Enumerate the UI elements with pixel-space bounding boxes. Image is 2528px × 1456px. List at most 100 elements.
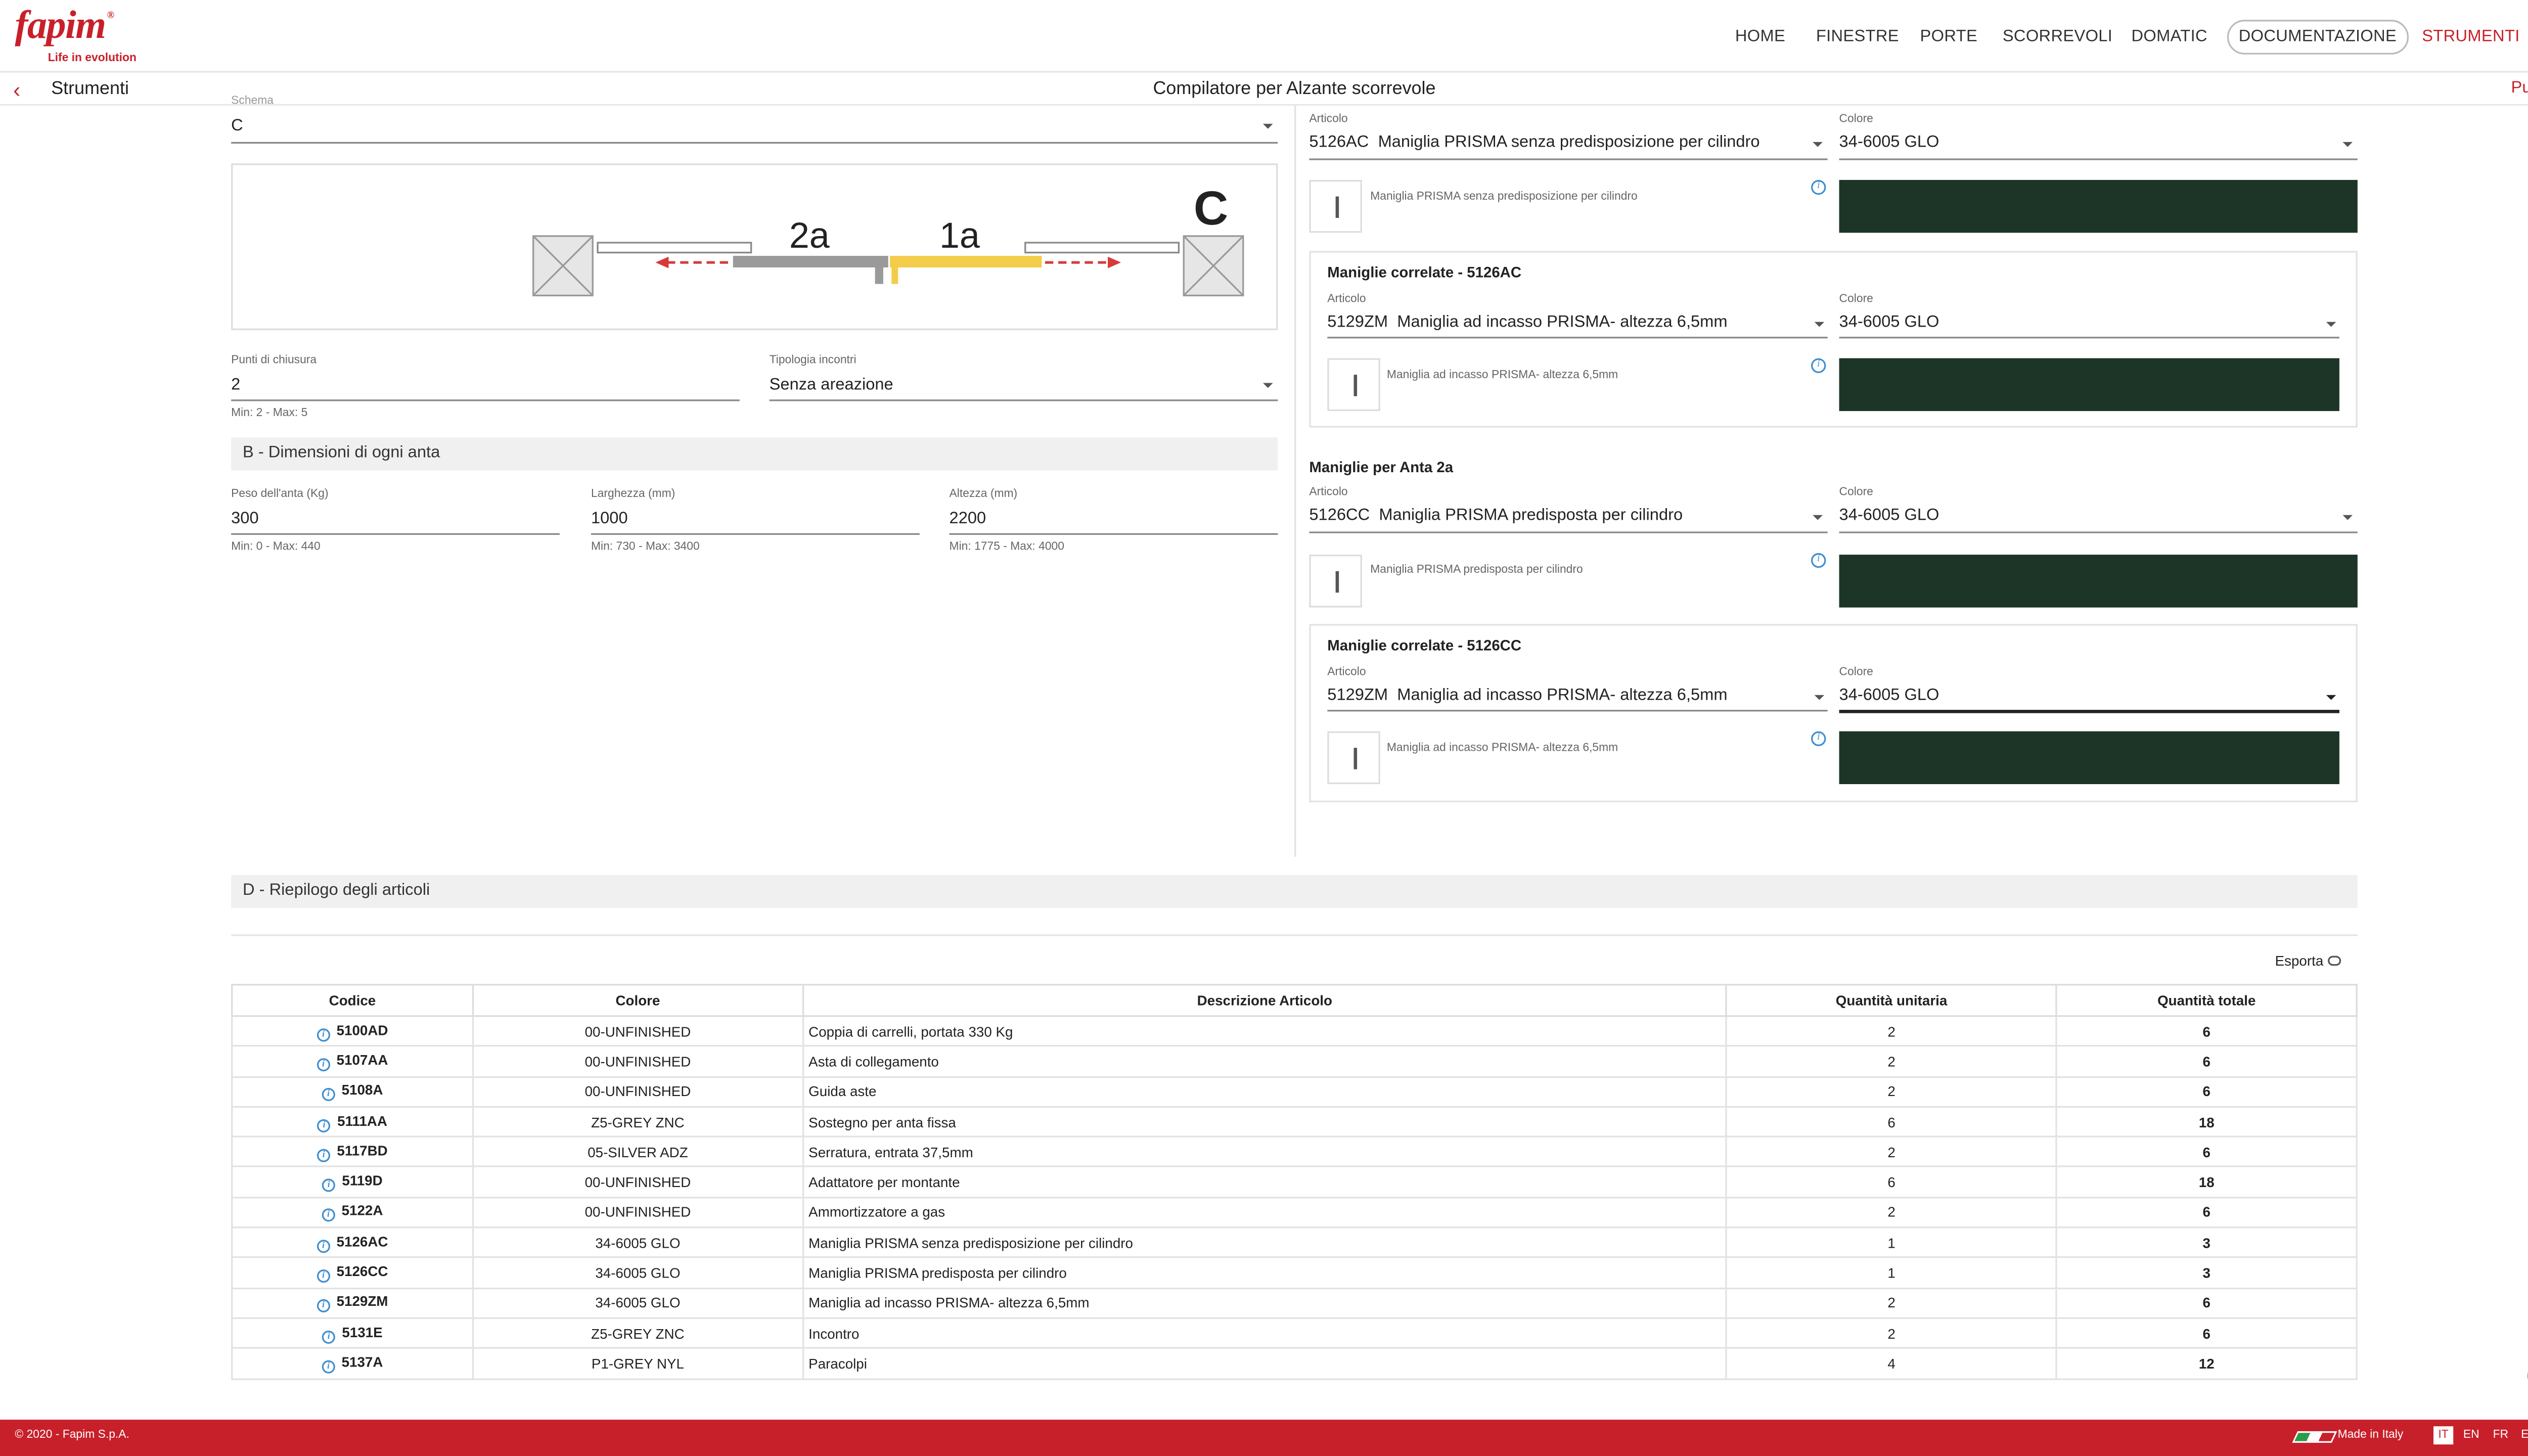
schema-underline bbox=[231, 142, 1278, 144]
nav-porte[interactable]: PORTE bbox=[1920, 18, 1978, 55]
chevron-down-icon[interactable] bbox=[2342, 515, 2353, 520]
cell-code[interactable]: i 5126CC bbox=[231, 1257, 474, 1289]
info-icon[interactable]: i bbox=[317, 1299, 330, 1313]
cell-code[interactable]: i 5137A bbox=[231, 1347, 474, 1380]
cell-code[interactable]: i 5117BD bbox=[231, 1136, 474, 1168]
nav-domatic[interactable]: DOMATIC bbox=[2132, 18, 2207, 55]
cell-total-qty: 6 bbox=[2055, 1015, 2358, 1048]
info-icon[interactable]: i bbox=[322, 1360, 335, 1374]
cell-description: Asta di collegamento bbox=[802, 1045, 1728, 1077]
info-icon[interactable]: i bbox=[317, 1028, 330, 1041]
leaf-1a-bar bbox=[890, 256, 1042, 267]
info-icon[interactable]: i bbox=[1811, 179, 1826, 195]
info-icon[interactable]: i bbox=[317, 1058, 330, 1071]
cell-code[interactable]: i 5119D bbox=[231, 1166, 474, 1198]
lang-es[interactable]: ES bbox=[2521, 1430, 2528, 1441]
handle-description: Maniglia ad incasso PRISMA- altezza 6,5m… bbox=[1386, 370, 1618, 382]
nav-scorrevoli[interactable]: SCORREVOLI bbox=[2003, 18, 2112, 55]
group-2a-title: Maniglie per Anta 2a bbox=[1309, 459, 1454, 476]
nav-strumenti[interactable]: STRUMENTI bbox=[2422, 18, 2519, 55]
related-colore-select-2[interactable]: 34-6005 GLO bbox=[1839, 687, 1939, 705]
colore-label: Colore bbox=[1839, 294, 1873, 306]
info-icon[interactable]: i bbox=[322, 1088, 335, 1102]
tipologia-select[interactable]: Senza areazione bbox=[770, 376, 893, 394]
cell-description: Ammortizzatore a gas bbox=[802, 1196, 1728, 1228]
chevron-down-icon[interactable] bbox=[2326, 695, 2336, 700]
handle-thumbnail bbox=[1327, 731, 1380, 785]
fapim-logo[interactable]: fapim ® bbox=[15, 5, 114, 50]
clear-button[interactable]: Pulisci bbox=[2511, 79, 2528, 98]
info-icon[interactable]: i bbox=[322, 1209, 335, 1222]
cell-code[interactable]: i 5129ZM bbox=[231, 1287, 474, 1319]
lang-en[interactable]: EN bbox=[2463, 1430, 2479, 1441]
nav-home[interactable]: HOME bbox=[1735, 18, 1785, 55]
col-quantita-unitaria: Quantità unitaria bbox=[1726, 984, 2057, 1017]
colore-select-1[interactable]: 34-6005 GLO bbox=[1839, 133, 1939, 152]
cell-code[interactable]: i 5122A bbox=[231, 1196, 474, 1228]
info-icon[interactable]: i bbox=[317, 1118, 331, 1132]
handle-thumbnail bbox=[1309, 555, 1362, 608]
cell-color: P1-GREY NYL bbox=[472, 1347, 804, 1380]
articolo-select-1[interactable]: 5126AC Maniglia PRISMA senza predisposiz… bbox=[1309, 133, 1759, 152]
site-footer: © 2020 - Fapim S.p.A. Made in Italy IT E… bbox=[0, 1420, 2528, 1456]
cell-description: Maniglia PRISMA predisposta per cilindro bbox=[802, 1257, 1728, 1289]
chevron-down-icon[interactable] bbox=[2342, 142, 2353, 147]
larghezza-input[interactable]: 1000 bbox=[591, 510, 628, 528]
info-icon[interactable]: i bbox=[317, 1239, 330, 1253]
table-row: i 5111AA Z5-GREY ZNC Sostegno per anta fiss… bbox=[231, 1106, 2358, 1138]
info-icon[interactable]: i bbox=[1811, 358, 1826, 373]
chevron-down-icon[interactable] bbox=[2326, 322, 2336, 327]
nav-documentazione[interactable]: DOCUMENTAZIONE bbox=[2227, 18, 2409, 55]
nav-finestre[interactable]: FINESTRE bbox=[1816, 18, 1899, 55]
leaf-2a-bar bbox=[733, 256, 888, 267]
table-row: i 5122A 00-UNFINISHED Ammortizzatore a gas 2… bbox=[231, 1196, 2358, 1228]
cell-unit-qty: 6 bbox=[1726, 1106, 2057, 1138]
col-descrizione: Descrizione Articolo bbox=[802, 984, 1728, 1017]
chevron-down-icon[interactable] bbox=[1262, 383, 1273, 388]
peso-input[interactable]: 300 bbox=[231, 510, 258, 528]
info-icon[interactable]: i bbox=[1811, 553, 1826, 568]
cell-color: 34-6005 GLO bbox=[472, 1257, 804, 1289]
larghezza-hint: Min: 730 - Max: 3400 bbox=[591, 541, 700, 553]
punti-input[interactable]: 2 bbox=[231, 376, 240, 394]
schema-select[interactable]: C bbox=[231, 117, 243, 135]
articolo-select-2[interactable]: 5126CC Maniglia PRISMA predisposta per c… bbox=[1309, 507, 1683, 525]
articolo-underline bbox=[1309, 158, 1828, 160]
info-icon[interactable]: i bbox=[317, 1269, 330, 1283]
related-articolo-underline bbox=[1327, 710, 1828, 712]
info-icon[interactable]: i bbox=[322, 1178, 336, 1192]
chevron-down-icon[interactable] bbox=[1813, 142, 1823, 147]
page-root: fapim ® Life in evolution HOME FINESTRE P… bbox=[0, 0, 2528, 1456]
summary-table: Codice Colore Descrizione Articolo Quant… bbox=[231, 984, 2358, 1380]
cell-color: Z5-GREY ZNC bbox=[472, 1106, 804, 1138]
related-articolo-select-1[interactable]: 5129ZM Maniglia ad incasso PRISMA- altez… bbox=[1327, 313, 1727, 332]
altezza-input[interactable]: 2200 bbox=[950, 510, 986, 528]
table-row: i 5137A P1-GREY NYL Paracolpi 4 12 bbox=[231, 1347, 2358, 1380]
chevron-down-icon[interactable] bbox=[1813, 515, 1823, 520]
cell-code[interactable]: i 5107AA bbox=[231, 1045, 474, 1077]
cell-code[interactable]: i 5100AD bbox=[231, 1015, 474, 1048]
section-divider bbox=[231, 934, 2358, 936]
cell-code[interactable]: i 5111AA bbox=[231, 1106, 474, 1138]
cell-total-qty: 6 bbox=[2055, 1136, 2358, 1168]
colore-select-2[interactable]: 34-6005 GLO bbox=[1839, 507, 1939, 525]
info-icon[interactable]: i bbox=[1811, 731, 1826, 746]
cell-code[interactable]: i 5126AC bbox=[231, 1226, 474, 1259]
cell-unit-qty: 2 bbox=[1726, 1015, 2057, 1048]
lang-it[interactable]: IT bbox=[2433, 1426, 2454, 1445]
lang-fr[interactable]: FR bbox=[2493, 1430, 2509, 1441]
cell-unit-qty: 6 bbox=[1726, 1166, 2057, 1198]
export-button[interactable]: Esporta bbox=[2275, 952, 2341, 969]
info-icon[interactable]: i bbox=[317, 1149, 331, 1162]
cell-code[interactable]: i 5131E bbox=[231, 1317, 474, 1349]
made-in-italy: Made in Italy bbox=[2337, 1429, 2404, 1441]
cell-code[interactable]: i 5108A bbox=[231, 1075, 474, 1108]
related-colore-select-1[interactable]: 34-6005 GLO bbox=[1839, 313, 1939, 332]
chevron-down-icon[interactable] bbox=[1814, 322, 1825, 327]
related-articolo-select-2[interactable]: 5129ZM Maniglia ad incasso PRISMA- altez… bbox=[1327, 687, 1727, 705]
info-icon[interactable]: i bbox=[322, 1330, 336, 1343]
chevron-down-icon[interactable] bbox=[1262, 123, 1273, 129]
chevron-down-icon[interactable] bbox=[1814, 695, 1825, 700]
tipologia-underline bbox=[769, 399, 1278, 401]
altezza-hint: Min: 1775 - Max: 4000 bbox=[949, 541, 1065, 553]
